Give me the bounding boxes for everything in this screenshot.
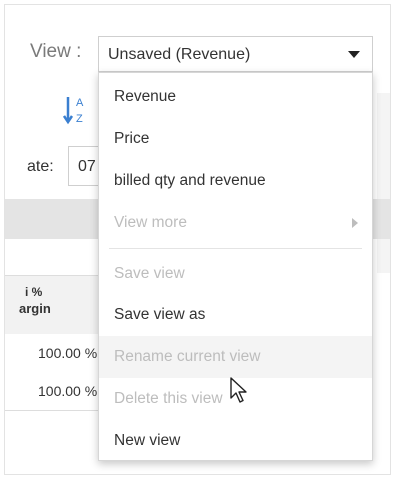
mouse-pointer-icon: [230, 377, 247, 403]
menu-separator: [109, 248, 362, 249]
view-select-value: Unsaved (Revenue): [108, 46, 251, 63]
menu-item-rename-current-view[interactable]: Rename current view: [99, 336, 372, 378]
menu-item-revenue[interactable]: Revenue: [99, 76, 372, 118]
menu-item-save-view-as[interactable]: Save view as: [99, 294, 372, 336]
menu-item-price[interactable]: Price: [99, 118, 372, 160]
background-panel: [377, 93, 390, 273]
menu-item-view-more[interactable]: View more: [99, 202, 372, 244]
menu-item-view-more-label: View more: [114, 214, 187, 231]
date-label: ate:: [27, 158, 54, 175]
column-header-line1: i %: [25, 285, 43, 299]
view-label: View :: [30, 41, 82, 62]
date-input-value: 07: [78, 158, 96, 175]
column-header-line2: argin: [19, 301, 51, 316]
menu-item-billed-qty-and-revenue[interactable]: billed qty and revenue: [99, 160, 372, 202]
table-cell: 100.00 %: [38, 383, 98, 399]
menu-item-new-view[interactable]: New view: [99, 420, 372, 462]
table-cell: 100.00 %: [38, 345, 98, 361]
chevron-right-icon: [352, 218, 358, 228]
app-frame: A Z ate: 07 i % argin 100.00 % 100.00 % …: [4, 4, 391, 475]
svg-text:A: A: [76, 97, 84, 109]
menu-item-save-view[interactable]: Save view: [99, 253, 372, 295]
caret-down-icon[interactable]: [348, 51, 360, 58]
sort-az-icon[interactable]: A Z: [63, 93, 91, 129]
view-select[interactable]: Unsaved (Revenue): [98, 36, 373, 72]
svg-text:Z: Z: [76, 113, 83, 125]
